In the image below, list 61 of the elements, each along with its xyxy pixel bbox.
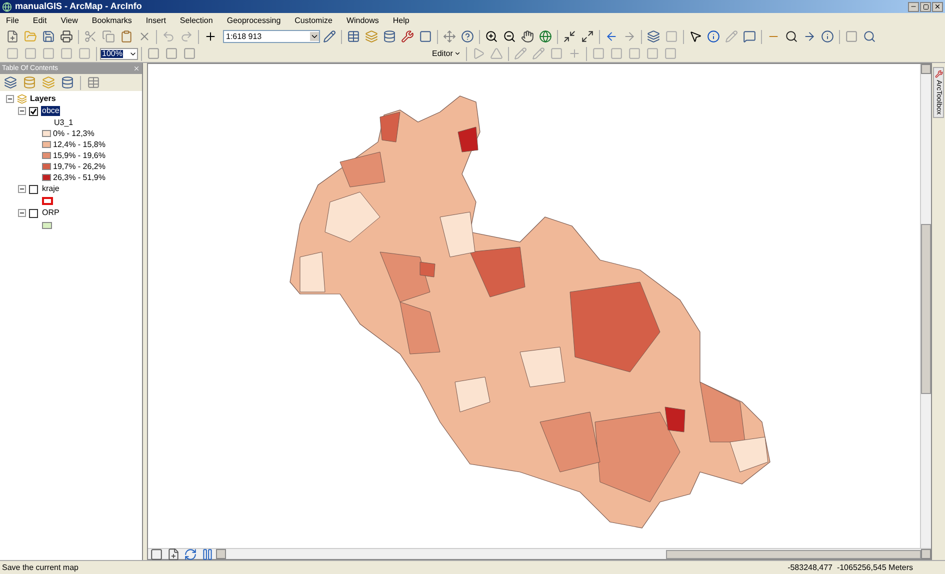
data-frame-name[interactable]: Layers — [30, 95, 56, 103]
close-icon — [934, 3, 941, 10]
copy-icon[interactable] — [100, 28, 117, 45]
layers-icon — [17, 94, 27, 104]
layer-checkbox[interactable] — [29, 106, 38, 116]
menu-item[interactable]: Windows — [346, 16, 379, 24]
legend-label: 12,4% - 15,8% — [53, 140, 106, 148]
window-title: manualGIS - ArcMap - ArcInfo — [15, 2, 142, 11]
find-icon[interactable] — [783, 28, 800, 45]
menu-item[interactable]: Bookmarks — [92, 16, 132, 24]
scale-field[interactable]: 1:618 913 — [223, 30, 320, 43]
layer-checkbox[interactable] — [29, 208, 38, 218]
close-button[interactable] — [932, 2, 943, 12]
zoom-in-icon[interactable] — [483, 28, 500, 45]
restore-button[interactable] — [920, 2, 931, 12]
field-name: U3_1 — [53, 117, 74, 128]
zoom-percent-field[interactable]: 100% — [100, 48, 138, 60]
layer-name[interactable]: kraje — [41, 184, 60, 194]
vertical-scrollbar[interactable] — [920, 64, 931, 548]
menu-item[interactable]: Selection — [180, 16, 213, 24]
pan-icon[interactable] — [519, 28, 536, 45]
zoom-out-icon[interactable] — [501, 28, 518, 45]
printer-icon[interactable] — [58, 28, 75, 45]
expand-toggle-icon[interactable] — [18, 107, 26, 115]
menu-item[interactable]: Insert — [146, 16, 166, 24]
coordinates-readout: -583248,477 -1065256,545 Meters — [788, 564, 913, 572]
legend-label: 19,7% - 26,2% — [53, 162, 106, 170]
menu-item[interactable]: Help — [392, 16, 410, 24]
app-globe-icon — [2, 2, 12, 12]
horizontal-scrollbar[interactable] — [216, 549, 931, 559]
expand-toggle-icon[interactable] — [18, 185, 26, 193]
menu-item[interactable]: Geoprocessing — [226, 16, 281, 24]
legend-label: 26,3% - 51,9% — [53, 174, 106, 182]
expand-toggle-icon[interactable] — [18, 209, 26, 217]
layer-name[interactable]: obce — [41, 106, 60, 116]
editor-menu-button[interactable]: Editor — [430, 50, 463, 58]
minimize-button[interactable] — [908, 2, 919, 12]
expand-toggle-icon[interactable] — [6, 95, 14, 103]
help-icon[interactable] — [459, 28, 476, 45]
restore-icon — [922, 4, 928, 10]
legend-label: 0% - 12,3% — [53, 130, 94, 138]
menu-item[interactable]: File — [6, 16, 19, 24]
layer-name[interactable]: ORP — [41, 208, 60, 218]
menu-item[interactable]: View — [60, 16, 78, 24]
magnifier-window-icon[interactable] — [861, 28, 878, 45]
close-icon[interactable] — [133, 65, 140, 72]
toolbox-icon[interactable] — [399, 28, 416, 45]
menu-item[interactable]: Customize — [294, 16, 332, 24]
save-icon[interactable] — [40, 28, 57, 45]
caret-icon — [454, 50, 461, 57]
layers-icon[interactable] — [363, 28, 380, 45]
menu-item[interactable]: Edit — [32, 16, 47, 24]
layer-checkbox[interactable] — [29, 184, 38, 194]
identify-icon[interactable] — [705, 28, 722, 45]
dropdown-arrow-icon[interactable] — [310, 32, 319, 41]
minimize-icon — [910, 3, 917, 10]
status-message: Save the current map — [2, 564, 78, 572]
table-icon[interactable] — [345, 28, 362, 45]
full-extent-icon[interactable] — [537, 28, 554, 45]
legend-label: 15,9% - 19,6% — [53, 152, 106, 160]
toolbox-icon — [934, 70, 942, 78]
